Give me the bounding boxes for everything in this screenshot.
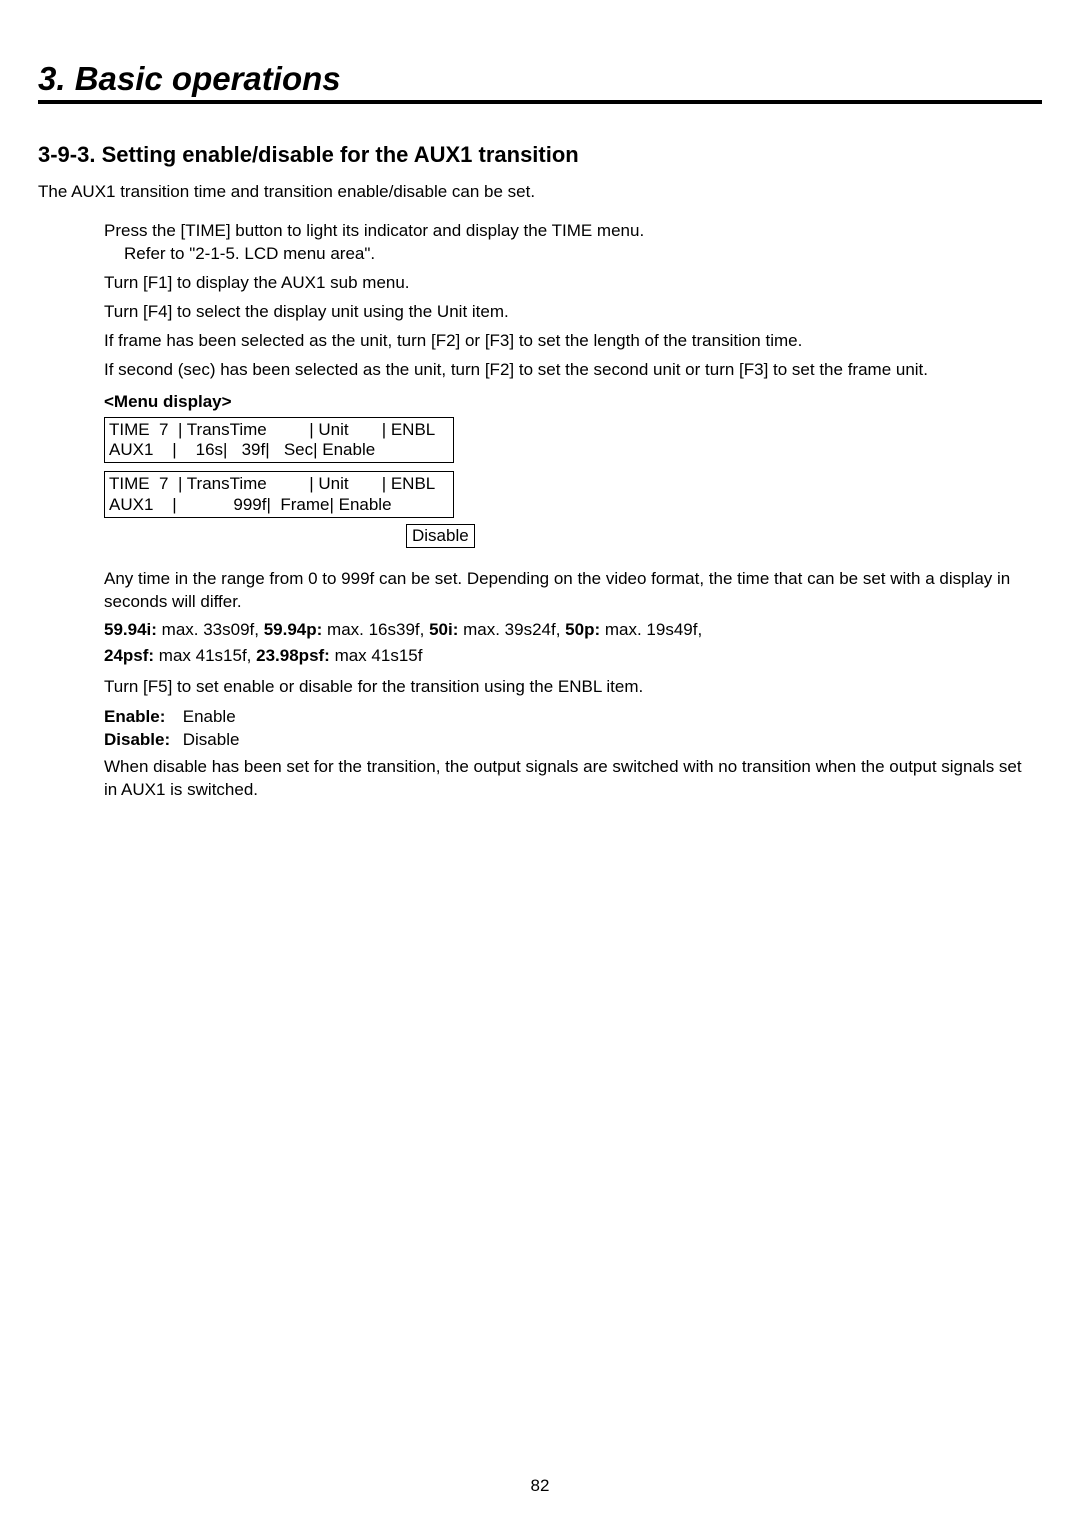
fmt-5994i-label: 59.94i: xyxy=(104,620,157,639)
disable-row: Disable: Disable xyxy=(104,730,1042,750)
disable-box: Disable xyxy=(406,524,475,548)
section-title: 3-9-3. Setting enable/disable for the AU… xyxy=(38,142,1042,168)
fmt-50i-val: max. 39s24f, xyxy=(458,620,565,639)
intro-text: The AUX1 transition time and transition … xyxy=(38,182,1042,202)
fmt-2398psf-label: 23.98psf: xyxy=(256,646,330,665)
step-1-refer: Refer to "2-1-5. LCD menu area". xyxy=(124,243,1042,266)
menu-box-2: TIME 7 | TransTime | Unit | ENBL AUX1 | … xyxy=(104,471,454,518)
step-4: If frame has been selected as the unit, … xyxy=(104,330,1042,353)
fmt-5994i-val: max. 33s09f, xyxy=(157,620,264,639)
fmt-24psf-val: max 41s15f, xyxy=(154,646,256,665)
fmt-50p-label: 50p: xyxy=(565,620,600,639)
steps: Press the [TIME] button to light its ind… xyxy=(104,220,1042,382)
menu-display-label: <Menu display> xyxy=(104,392,1042,412)
closing-text: When disable has been set for the transi… xyxy=(104,756,1032,802)
menu-boxes: TIME 7 | TransTime | Unit | ENBL AUX1 | … xyxy=(104,417,1042,549)
fmt-2398psf-val: max 41s15f xyxy=(330,646,423,665)
enbl-step: Turn [F5] to set enable or disable for t… xyxy=(104,676,1032,699)
step-2: Turn [F1] to display the AUX1 sub menu. xyxy=(104,272,1042,295)
step-5: If second (sec) has been selected as the… xyxy=(104,359,1042,382)
formats-line-1: 59.94i: max. 33s09f, 59.94p: max. 16s39f… xyxy=(104,620,1042,640)
disable-label: Disable: xyxy=(104,730,178,750)
menu-box-1: TIME 7 | TransTime | Unit | ENBL AUX1 | … xyxy=(104,417,454,464)
fmt-5994p-val: max. 16s39f, xyxy=(322,620,429,639)
fmt-50i-label: 50i: xyxy=(429,620,458,639)
disable-value: Disable xyxy=(183,730,240,749)
fmt-5994p-label: 59.94p: xyxy=(264,620,323,639)
fmt-24psf-label: 24psf: xyxy=(104,646,154,665)
enable-row: Enable: Enable xyxy=(104,707,1042,727)
step-1: Press the [TIME] button to light its ind… xyxy=(104,220,1042,266)
enable-label: Enable: xyxy=(104,707,178,727)
step-1-text: Press the [TIME] button to light its ind… xyxy=(104,221,644,240)
step-3: Turn [F4] to select the display unit usi… xyxy=(104,301,1042,324)
range-text: Any time in the range from 0 to 999f can… xyxy=(104,568,1032,614)
formats-line-2: 24psf: max 41s15f, 23.98psf: max 41s15f xyxy=(104,646,1042,666)
enable-value: Enable xyxy=(183,707,236,726)
page-number: 82 xyxy=(0,1476,1080,1496)
enable-list: Enable: Enable Disable: Disable xyxy=(104,707,1042,750)
fmt-50p-val: max. 19s49f, xyxy=(600,620,702,639)
chapter-title: 3. Basic operations xyxy=(38,60,1042,104)
